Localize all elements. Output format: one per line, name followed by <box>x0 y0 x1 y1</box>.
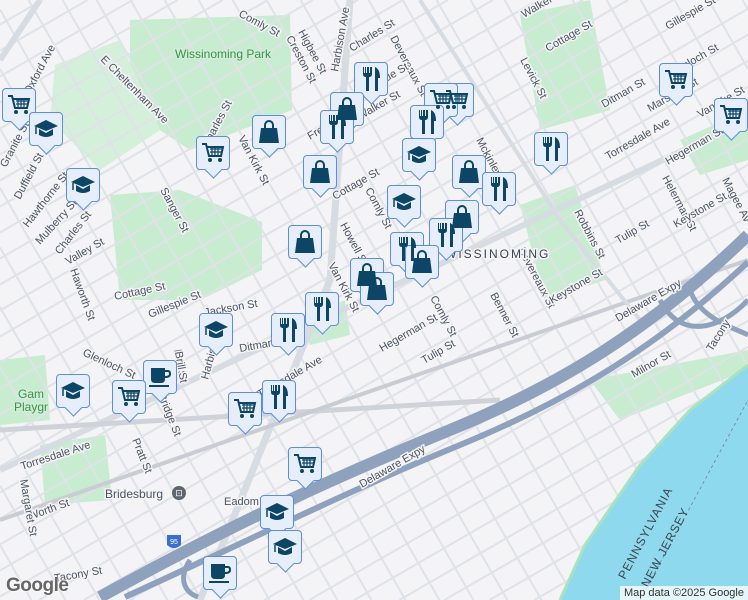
transit-station-label: Bridesburg <box>105 487 163 501</box>
coffee-icon <box>149 368 172 387</box>
shopping-bag-marker[interactable] <box>303 155 337 189</box>
graduation-cap-marker[interactable] <box>268 530 302 564</box>
restaurant-marker[interactable] <box>534 132 568 166</box>
graduation-cap-marker[interactable] <box>56 374 90 408</box>
graduation-cap-marker[interactable] <box>402 138 436 172</box>
restaurant-marker[interactable] <box>305 292 339 326</box>
cart-icon <box>202 143 225 162</box>
cart-marker[interactable] <box>659 63 693 97</box>
graduation-cap-icon <box>273 538 297 555</box>
restaurant-icon <box>271 385 288 409</box>
shopping-bag-icon <box>367 277 387 300</box>
graduation-cap-marker[interactable] <box>66 168 100 202</box>
restaurant-icon <box>280 318 297 342</box>
cart-icon <box>720 105 743 124</box>
restaurant-icon <box>314 297 331 321</box>
restaurant-icon <box>543 137 560 161</box>
coffee-icon <box>209 564 232 583</box>
shopping-bag-icon <box>459 160 479 183</box>
graduation-cap-icon <box>407 146 431 163</box>
google-logo: Google <box>6 575 69 596</box>
restaurant-marker[interactable] <box>354 62 388 96</box>
park-area <box>110 190 262 300</box>
map-attribution[interactable]: Map data ©2025 Google <box>619 586 748 600</box>
shopping-bag-marker[interactable] <box>360 272 394 306</box>
graduation-cap-icon <box>34 120 58 137</box>
cart-marker[interactable] <box>714 98 748 132</box>
shopping-bag-icon <box>412 250 432 273</box>
cart-icon <box>665 70 688 89</box>
graduation-cap-icon <box>204 321 228 338</box>
graduation-cap-marker[interactable] <box>387 185 421 219</box>
cart-icon <box>294 454 317 473</box>
park-label: Gam <box>18 387 44 401</box>
graduation-cap-marker[interactable] <box>199 313 233 347</box>
shopping-bag-icon <box>310 160 330 183</box>
park-label: Wissinoming Park <box>175 47 272 61</box>
graduation-cap-icon <box>265 503 289 520</box>
train-station-icon[interactable]: ⊡ <box>172 486 186 500</box>
svg-text:95: 95 <box>170 539 178 546</box>
park-label: Playgr <box>14 400 48 414</box>
street-label: Pratt St <box>129 437 154 476</box>
shopping-bag-icon <box>259 120 279 143</box>
restaurant-marker[interactable] <box>482 172 516 206</box>
cart-icon <box>430 90 453 109</box>
shopping-bag-marker[interactable] <box>405 245 439 279</box>
cart-marker[interactable] <box>228 392 262 426</box>
highway-shield: 95 <box>167 535 181 548</box>
restaurant-marker[interactable] <box>262 380 296 414</box>
shopping-bag-icon <box>295 230 315 253</box>
cart-icon <box>234 399 257 418</box>
restaurant-icon <box>491 177 508 201</box>
street <box>741 0 748 10</box>
graduation-cap-icon <box>392 193 416 210</box>
cart-marker[interactable] <box>288 447 322 481</box>
cart-icon <box>118 387 141 406</box>
shopping-bag-marker[interactable] <box>252 115 286 149</box>
graduation-cap-marker[interactable] <box>29 112 63 146</box>
graduation-cap-icon <box>71 176 95 193</box>
coffee-marker[interactable] <box>203 556 237 590</box>
restaurant-marker[interactable] <box>271 313 305 347</box>
coffee-marker[interactable] <box>143 360 177 394</box>
graduation-cap-icon <box>61 382 85 399</box>
restaurant-icon <box>329 115 346 139</box>
cart-marker[interactable] <box>196 136 230 170</box>
restaurant-icon <box>438 223 455 247</box>
shopping-bag-marker[interactable] <box>452 155 486 189</box>
graduation-cap-marker[interactable] <box>260 495 294 529</box>
cart-icon <box>8 95 31 114</box>
street <box>707 0 748 70</box>
shopping-bag-marker[interactable] <box>288 225 322 259</box>
map-canvas[interactable]: Comly St Higbee St Creston St Charles St Dev… <box>0 0 748 600</box>
cart-marker[interactable] <box>112 380 146 414</box>
restaurant-icon <box>363 67 380 91</box>
restaurant-icon <box>419 110 436 134</box>
